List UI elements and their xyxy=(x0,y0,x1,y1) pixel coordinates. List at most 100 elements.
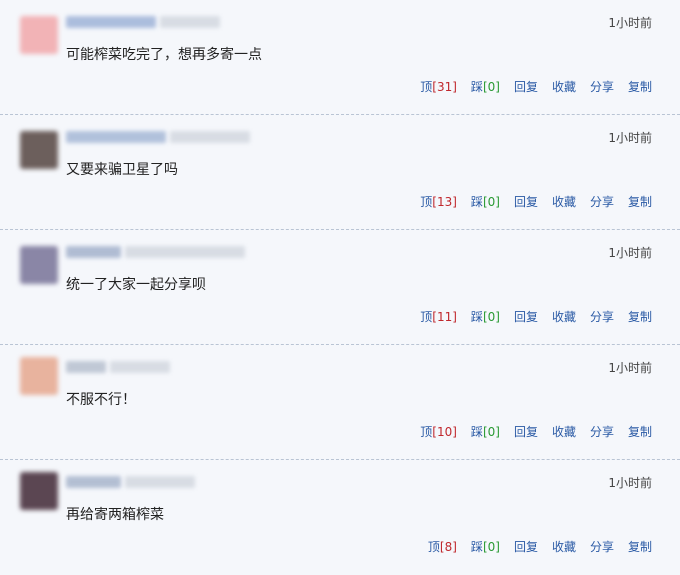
comment-item: 1小时前不服不行！ 顶[10] 踩[0] 回复 收藏 分享 复制 xyxy=(0,345,680,460)
comment-text: 可能榨菜吃完了，想再多寄一点 xyxy=(66,47,262,63)
comment-actions: 顶[10] 踩[0] 回复 收藏 分享 复制 xyxy=(420,425,652,439)
share-button[interactable]: 分享 xyxy=(590,540,614,554)
upvote-button-label: 顶 xyxy=(427,540,440,554)
downvote-button-label: 踩 xyxy=(470,540,483,554)
username-blurred[interactable] xyxy=(66,476,121,488)
reply-button[interactable]: 回复 xyxy=(514,540,538,554)
upvote-button[interactable]: 顶[8] xyxy=(428,540,457,554)
avatar[interactable] xyxy=(20,472,58,510)
upvote-button[interactable]: 顶[11] xyxy=(420,310,457,324)
reply-button[interactable]: 回复 xyxy=(514,80,538,94)
share-button-label: 分享 xyxy=(589,425,614,439)
upvote-button-count: [31] xyxy=(432,80,457,94)
downvote-button-label: 踩 xyxy=(470,80,483,94)
comment-text: 不服不行！ xyxy=(66,392,136,408)
copy-button[interactable]: 复制 xyxy=(628,80,652,94)
comment-item: 1小时前又要来骗卫星了吗顶[13] 踩[0] 回复 收藏 分享 复制 xyxy=(0,115,680,230)
downvote-button[interactable]: 踩[0] xyxy=(471,195,500,209)
upvote-button[interactable]: 顶[31] xyxy=(420,80,457,94)
downvote-button[interactable]: 踩[0] xyxy=(471,425,500,439)
reply-button[interactable]: 回复 xyxy=(514,425,538,439)
copy-button[interactable]: 复制 xyxy=(628,425,652,439)
favorite-button[interactable]: 收藏 xyxy=(552,195,576,209)
comment-text: 统一了大家一起分享呗 xyxy=(66,277,206,293)
favorite-button-label: 收藏 xyxy=(551,80,576,94)
downvote-button-count: [0] xyxy=(482,540,500,554)
comment-actions: 顶[11] 踩[0] 回复 收藏 分享 复制 xyxy=(420,310,652,324)
copy-button-label: 复制 xyxy=(627,310,652,324)
favorite-button[interactable]: 收藏 xyxy=(552,310,576,324)
comment-time: 1小时前 xyxy=(608,361,652,375)
favorite-button[interactable]: 收藏 xyxy=(552,425,576,439)
avatar[interactable] xyxy=(20,131,58,169)
upvote-button-count: [10] xyxy=(432,425,457,439)
location-blurred xyxy=(170,131,250,143)
comment-text: 再给寄两箱榨菜 xyxy=(66,507,164,523)
favorite-button[interactable]: 收藏 xyxy=(552,540,576,554)
upvote-button[interactable]: 顶[10] xyxy=(420,425,457,439)
reply-button-label: 回复 xyxy=(513,310,538,324)
favorite-button[interactable]: 收藏 xyxy=(552,80,576,94)
downvote-button[interactable]: 踩[0] xyxy=(471,540,500,554)
copy-button[interactable]: 复制 xyxy=(628,195,652,209)
reply-button[interactable]: 回复 xyxy=(514,195,538,209)
downvote-button-label: 踩 xyxy=(470,425,483,439)
share-button-label: 分享 xyxy=(589,310,614,324)
share-button[interactable]: 分享 xyxy=(590,195,614,209)
share-button[interactable]: 分享 xyxy=(590,80,614,94)
favorite-button-label: 收藏 xyxy=(551,425,576,439)
reply-button[interactable]: 回复 xyxy=(514,310,538,324)
reply-button-label: 回复 xyxy=(513,425,538,439)
upvote-button-label: 顶 xyxy=(420,195,433,209)
username-blurred[interactable] xyxy=(66,361,106,373)
share-button[interactable]: 分享 xyxy=(590,310,614,324)
upvote-button-count: [11] xyxy=(432,310,457,324)
downvote-button-label: 踩 xyxy=(470,310,483,324)
username-blurred[interactable] xyxy=(66,246,121,258)
comment-item: 1小时前 统一了大家一起分享呗 顶[11] 踩[0] 回复 收藏 分享 复制 xyxy=(0,230,680,345)
copy-button-label: 复制 xyxy=(627,80,652,94)
avatar[interactable] xyxy=(20,16,58,54)
upvote-button[interactable]: 顶[13] xyxy=(420,195,457,209)
upvote-button-count: [8] xyxy=(439,540,457,554)
downvote-button-count: [0] xyxy=(482,310,500,324)
comment-time: 1小时前 xyxy=(608,16,652,30)
favorite-button-label: 收藏 xyxy=(551,195,576,209)
comment-item: 1小时前再给寄两箱榨菜顶[8] 踩[0] 回复 收藏 分享 复制 xyxy=(0,460,680,575)
comment-actions: 顶[13] 踩[0] 回复 收藏 分享 复制 xyxy=(420,195,652,209)
reply-button-label: 回复 xyxy=(513,195,538,209)
comment-item: 1小时前可能榨菜吃完了，想再多寄一点顶[31] 踩[0] 回复 收藏 分享 复制 xyxy=(0,0,680,115)
downvote-button-count: [0] xyxy=(482,195,500,209)
comment-text: 又要来骗卫星了吗 xyxy=(66,162,178,178)
comment-actions: 顶[8] 踩[0] 回复 收藏 分享 复制 xyxy=(428,540,652,554)
location-blurred xyxy=(110,361,170,373)
upvote-button-count: [13] xyxy=(432,195,457,209)
share-button[interactable]: 分享 xyxy=(590,425,614,439)
favorite-button-label: 收藏 xyxy=(551,310,576,324)
share-button-label: 分享 xyxy=(589,80,614,94)
favorite-button-label: 收藏 xyxy=(551,540,576,554)
share-button-label: 分享 xyxy=(589,195,614,209)
comment-actions: 顶[31] 踩[0] 回复 收藏 分享 复制 xyxy=(420,80,652,94)
upvote-button-label: 顶 xyxy=(420,425,433,439)
copy-button[interactable]: 复制 xyxy=(628,310,652,324)
copy-button-label: 复制 xyxy=(627,195,652,209)
downvote-button-count: [0] xyxy=(482,425,500,439)
copy-button[interactable]: 复制 xyxy=(628,540,652,554)
copy-button-label: 复制 xyxy=(627,425,652,439)
reply-button-label: 回复 xyxy=(513,540,538,554)
comment-time: 1小时前 xyxy=(608,131,652,145)
avatar[interactable] xyxy=(20,246,58,284)
location-blurred xyxy=(160,16,220,28)
location-blurred xyxy=(125,476,195,488)
downvote-button[interactable]: 踩[0] xyxy=(471,80,500,94)
username-blurred[interactable] xyxy=(66,131,166,143)
reply-button-label: 回复 xyxy=(513,80,538,94)
avatar[interactable] xyxy=(20,357,58,395)
username-blurred[interactable] xyxy=(66,16,156,28)
downvote-button-count: [0] xyxy=(482,80,500,94)
comment-time: 1小时前 xyxy=(608,476,652,490)
copy-button-label: 复制 xyxy=(627,540,652,554)
share-button-label: 分享 xyxy=(589,540,614,554)
downvote-button[interactable]: 踩[0] xyxy=(471,310,500,324)
